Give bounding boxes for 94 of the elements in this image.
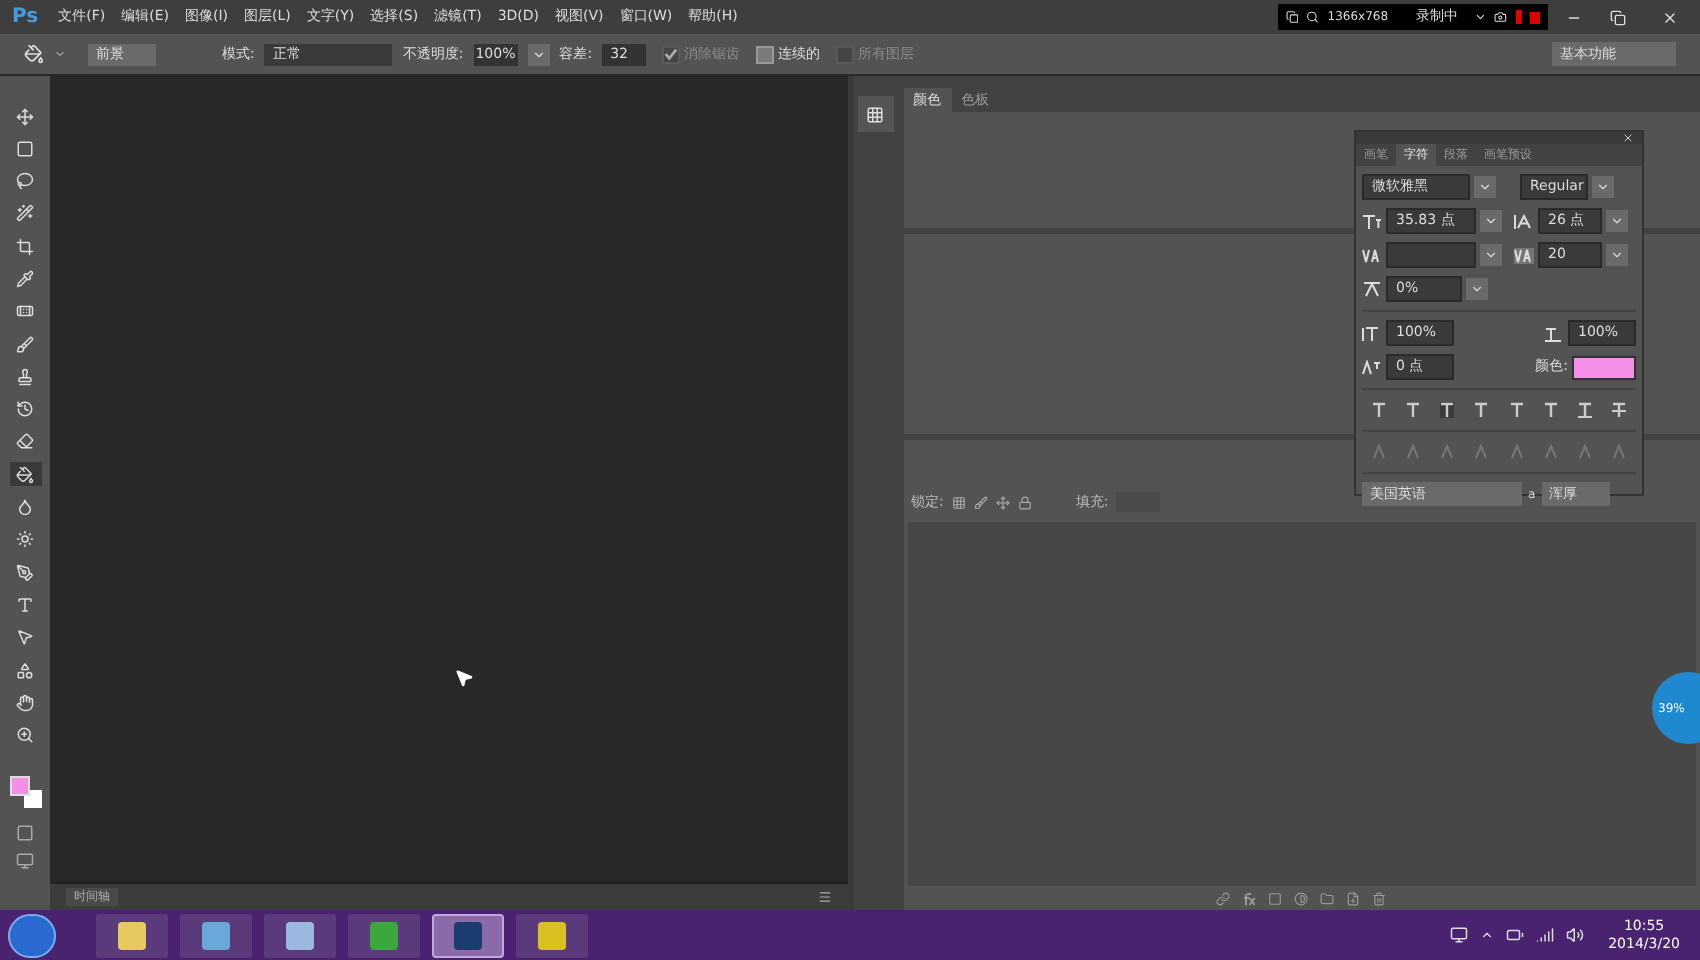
kerning-icon — [1362, 247, 1382, 263]
eraser-icon — [16, 432, 34, 451]
caret-icon — [1484, 248, 1498, 262]
camera-icon[interactable] — [1494, 10, 1508, 24]
taskbar-app-button[interactable] — [180, 913, 252, 957]
color-swatches[interactable] — [9, 775, 41, 808]
window-icon — [1286, 10, 1299, 24]
battery-icon[interactable] — [1506, 926, 1525, 944]
new-layer-icon[interactable] — [1346, 891, 1361, 905]
close-icon[interactable] — [1622, 132, 1634, 144]
lasso-icon — [16, 172, 34, 191]
stop-icon[interactable] — [1529, 11, 1540, 23]
faux-bold-icon[interactable] — [1372, 402, 1387, 418]
stamp-icon — [16, 367, 34, 386]
brush-icon[interactable] — [973, 495, 988, 509]
taskbar-app-button[interactable] — [96, 913, 168, 957]
caret-icon — [531, 47, 546, 61]
droplet-icon — [16, 498, 34, 517]
eyedropper-icon — [16, 269, 34, 288]
screen-mode-icon[interactable] — [16, 851, 34, 870]
type-icon — [16, 595, 34, 614]
taskbar-app-button[interactable] — [264, 913, 336, 957]
volume-icon[interactable] — [1566, 926, 1585, 944]
search-icon[interactable] — [1306, 10, 1320, 24]
font-size-icon — [1362, 213, 1382, 229]
subscript-icon[interactable] — [1543, 402, 1558, 418]
small-caps-icon[interactable] — [1474, 402, 1489, 418]
taskbar-app-button[interactable] — [516, 913, 588, 957]
grid-icon — [866, 105, 884, 123]
magic-wand-icon — [16, 204, 34, 223]
caret-icon — [1478, 180, 1492, 194]
text-color-swatch[interactable] — [1572, 355, 1636, 379]
caret-icon — [1484, 214, 1498, 228]
effects-icon[interactable] — [1242, 891, 1257, 905]
zoom-icon — [16, 726, 34, 745]
caret-icon[interactable] — [1474, 10, 1487, 24]
horizontal-scale-icon — [1544, 325, 1564, 341]
adjustment-icon[interactable] — [1294, 891, 1309, 905]
crop-icon — [16, 237, 34, 256]
caret-icon — [1596, 180, 1610, 194]
brush-icon — [16, 335, 34, 354]
marquee-icon — [16, 139, 34, 158]
signal-icon[interactable] — [1536, 926, 1555, 944]
pen-icon — [16, 563, 34, 582]
bandage-icon — [16, 302, 34, 321]
dropdown-button[interactable] — [1606, 244, 1628, 266]
strikethrough-icon[interactable] — [1611, 402, 1626, 418]
dropdown-button[interactable] — [1592, 176, 1614, 198]
lock-pixels-icon[interactable] — [951, 495, 966, 509]
shapes-icon — [16, 661, 34, 680]
hand-icon — [16, 693, 34, 712]
checkbox[interactable] — [756, 45, 775, 63]
faux-italic-icon[interactable] — [1406, 402, 1421, 418]
start-button[interactable] — [8, 913, 56, 957]
pointer-icon — [16, 628, 34, 647]
kerning-field[interactable] — [1386, 242, 1476, 268]
cursor-icon — [454, 668, 474, 688]
foreground-swatch[interactable] — [9, 775, 29, 796]
baseline-shift-icon — [1362, 359, 1382, 375]
dropdown-button[interactable] — [1606, 210, 1628, 232]
close-icon — [1662, 9, 1678, 25]
move-icon — [16, 107, 34, 125]
caret-icon — [1610, 214, 1624, 228]
lock-icon[interactable] — [1017, 495, 1032, 509]
paint-bucket-icon[interactable] — [24, 44, 44, 64]
dropdown-button[interactable] — [1474, 176, 1496, 198]
dropdown-button[interactable] — [1480, 210, 1502, 232]
all-caps-icon[interactable] — [1440, 402, 1455, 418]
dropdown-button[interactable] — [1480, 244, 1502, 266]
caret-icon — [1470, 282, 1484, 296]
taskbar-app-button[interactable] — [432, 913, 504, 957]
paint-bucket-icon — [16, 465, 34, 484]
dropdown-button[interactable] — [1466, 278, 1488, 300]
underline-icon[interactable] — [1577, 402, 1592, 418]
tracking-icon — [1514, 247, 1534, 263]
trash-icon[interactable] — [1372, 891, 1387, 905]
restore-icon — [1610, 9, 1626, 25]
dropdown-button[interactable] — [527, 43, 550, 65]
tool-button[interactable] — [9, 462, 41, 487]
link-icon[interactable] — [1216, 891, 1231, 905]
move-icon[interactable] — [995, 495, 1010, 509]
superscript-icon[interactable] — [1509, 402, 1524, 418]
vertical-scale-icon — [1362, 325, 1382, 341]
panel-dock-button[interactable] — [857, 96, 893, 132]
history-brush-icon — [16, 400, 34, 419]
spacing-icon — [1362, 281, 1382, 297]
caret-icon[interactable] — [1480, 928, 1495, 942]
pause-icon[interactable] — [1515, 10, 1522, 24]
leading-icon — [1514, 213, 1534, 229]
quick-mask-icon[interactable] — [16, 824, 34, 843]
taskbar-app-button[interactable] — [348, 913, 420, 957]
menu-icon[interactable] — [817, 890, 831, 904]
caret-icon — [1610, 248, 1624, 262]
app-logo: Ps — [10, 4, 41, 32]
